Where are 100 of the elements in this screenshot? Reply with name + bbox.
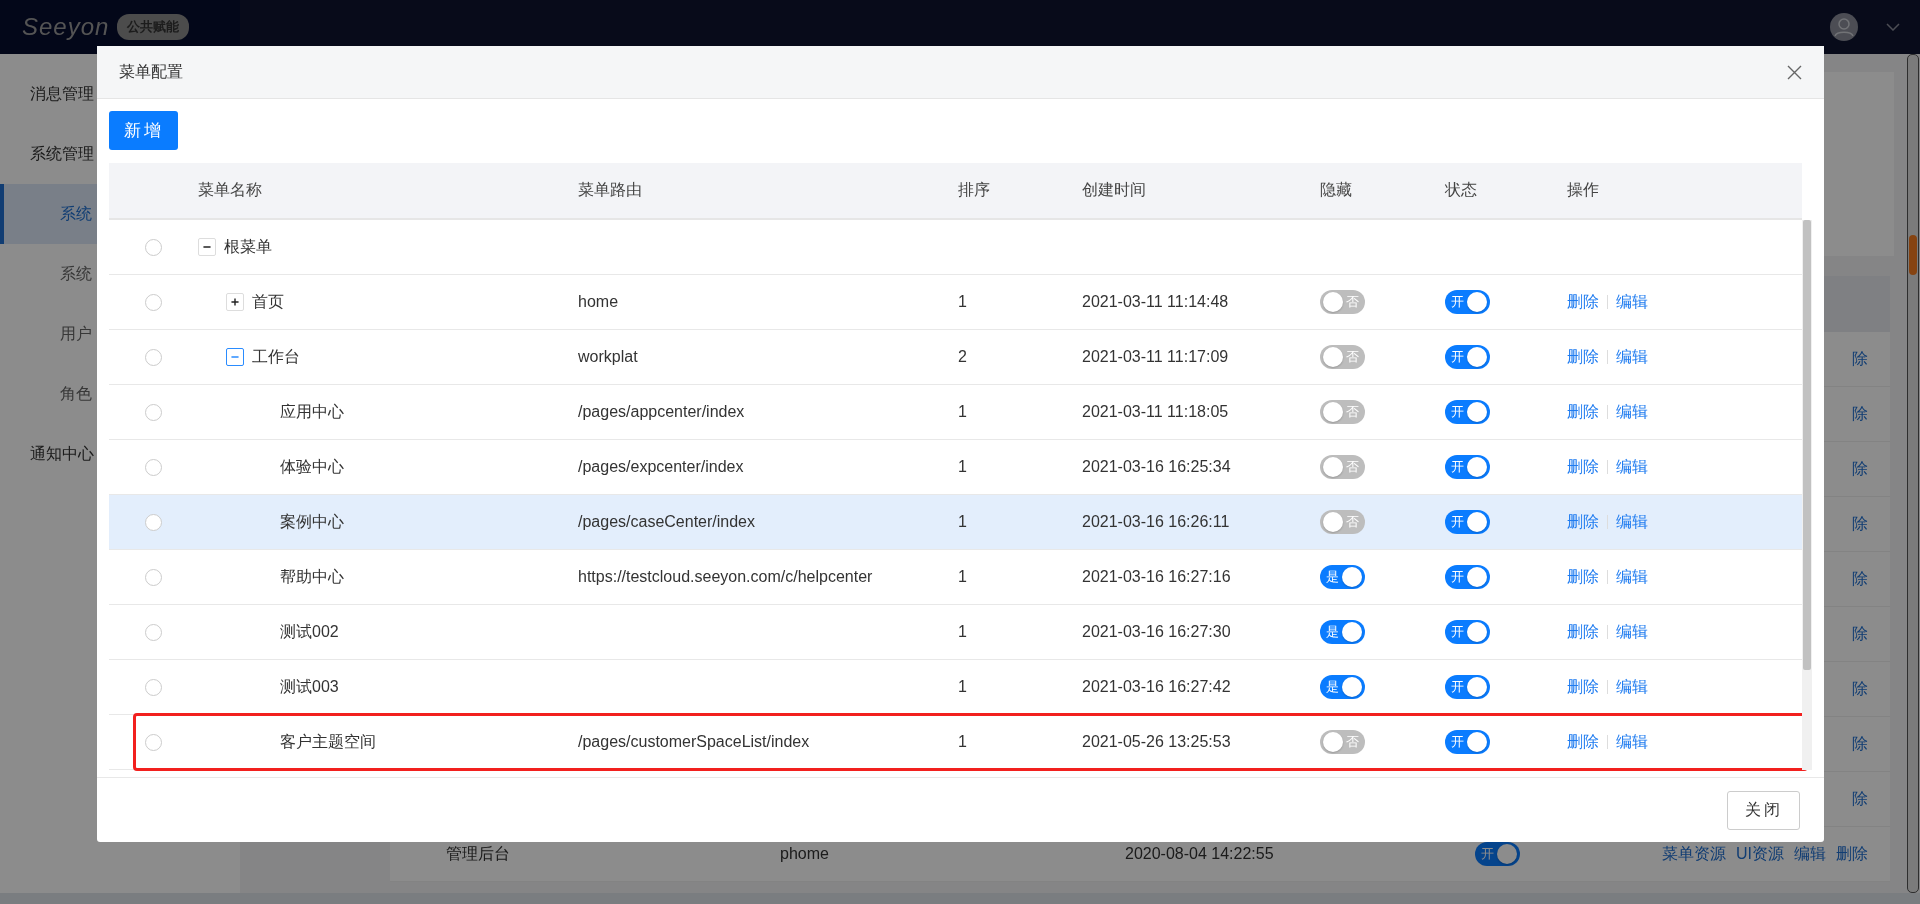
close-icon[interactable] bbox=[1787, 64, 1802, 80]
action-link[interactable]: 除 bbox=[1852, 678, 1868, 700]
menu-name: 帮助中心 bbox=[280, 566, 344, 587]
action-link[interactable]: 除 bbox=[1852, 788, 1868, 810]
toggle-switch[interactable]: 开 bbox=[1445, 345, 1490, 369]
toggle-switch[interactable]: 开 bbox=[1445, 620, 1490, 644]
action-link[interactable]: 删除 bbox=[1567, 346, 1599, 368]
toggle-switch[interactable]: 开 bbox=[1445, 510, 1490, 534]
action-link[interactable]: 除 bbox=[1852, 568, 1868, 590]
menu-name: 应用中心 bbox=[280, 401, 344, 422]
table-cell: /pages/customerSpaceList/index bbox=[578, 733, 810, 751]
action-link[interactable]: 删除 bbox=[1836, 843, 1868, 865]
toggle-switch[interactable]: 是 bbox=[1320, 675, 1365, 699]
action-link[interactable]: 除 bbox=[1852, 513, 1868, 535]
action-link[interactable]: 编辑 bbox=[1616, 291, 1648, 313]
table-cell: 1 bbox=[958, 568, 967, 586]
column-header: 菜单路由 bbox=[578, 180, 643, 200]
table-cell: /pages/caseCenter/index bbox=[578, 513, 755, 531]
action-link[interactable]: 除 bbox=[1852, 348, 1868, 370]
radio-button[interactable] bbox=[145, 293, 162, 311]
action-link[interactable]: 删除 bbox=[1567, 291, 1599, 313]
toggle-switch[interactable]: 开 bbox=[1445, 400, 1490, 424]
action-link[interactable]: 编辑 bbox=[1616, 346, 1648, 368]
table-cell: workplat bbox=[578, 348, 638, 366]
toggle-switch[interactable]: 开 bbox=[1475, 842, 1520, 866]
action-link[interactable]: 菜单资源 bbox=[1662, 843, 1726, 865]
column-header: 操作 bbox=[1567, 180, 1600, 200]
action-link[interactable]: 编辑 bbox=[1616, 566, 1648, 588]
action-link[interactable]: 编辑 bbox=[1616, 621, 1648, 643]
table-cell: 2021-03-11 11:17:09 bbox=[1082, 348, 1229, 366]
toggle-switch[interactable]: 开 bbox=[1445, 455, 1490, 479]
table-cell: 2021-03-16 16:27:30 bbox=[1082, 623, 1231, 641]
menu-name: 测试002 bbox=[280, 621, 339, 642]
table-cell-text: 管理后台 bbox=[446, 843, 511, 864]
column-header: 排序 bbox=[958, 180, 991, 200]
close-button[interactable]: 关闭 bbox=[1727, 790, 1800, 830]
toggle-switch[interactable]: 是 bbox=[1320, 620, 1365, 644]
dialog-title: 菜单配置 bbox=[119, 61, 183, 82]
toggle-switch[interactable]: 是 bbox=[1320, 565, 1365, 589]
action-link[interactable]: 删除 bbox=[1567, 676, 1599, 698]
action-link[interactable]: 删除 bbox=[1567, 456, 1599, 478]
radio-button[interactable] bbox=[145, 348, 162, 366]
action-link[interactable]: 编辑 bbox=[1616, 511, 1648, 533]
radio-button[interactable] bbox=[145, 733, 162, 751]
menu-name: 工作台 bbox=[252, 346, 300, 367]
menu-name: 客户主题空间 bbox=[280, 731, 376, 752]
collapse-icon[interactable] bbox=[226, 348, 244, 366]
table-cell: 1 bbox=[958, 733, 967, 751]
action-link[interactable]: 删除 bbox=[1567, 511, 1599, 533]
menu-name: 首页 bbox=[252, 291, 284, 312]
action-link[interactable]: 删除 bbox=[1567, 731, 1599, 753]
toggle-switch[interactable]: 开 bbox=[1445, 730, 1490, 754]
scrollbar[interactable] bbox=[1802, 220, 1812, 770]
table-cell: 2021-03-16 16:27:42 bbox=[1082, 678, 1231, 696]
action-link[interactable]: 除 bbox=[1852, 733, 1868, 755]
logo: Seeyon bbox=[22, 13, 110, 41]
action-link[interactable]: 编辑 bbox=[1616, 731, 1648, 753]
action-link[interactable]: 除 bbox=[1852, 403, 1868, 425]
table-cell-text: 2020-08-04 14:22:55 bbox=[1125, 845, 1275, 863]
radio-button[interactable] bbox=[145, 238, 162, 256]
radio-button[interactable] bbox=[145, 678, 162, 696]
table-cell: 1 bbox=[958, 458, 967, 476]
add-button[interactable]: 新增 bbox=[109, 111, 178, 150]
action-link[interactable]: 编辑 bbox=[1794, 843, 1826, 865]
table-cell: 2 bbox=[958, 348, 967, 366]
table-cell: https://testcloud.seeyon.com/c/helpcenter bbox=[578, 568, 873, 586]
action-link[interactable]: 除 bbox=[1852, 623, 1868, 645]
table-cell: /pages/appcenter/index bbox=[578, 403, 745, 421]
radio-button[interactable] bbox=[145, 568, 162, 586]
action-link[interactable]: 编辑 bbox=[1616, 401, 1648, 423]
radio-button[interactable] bbox=[145, 458, 162, 476]
avatar-icon[interactable] bbox=[1830, 13, 1858, 41]
column-header: 状态 bbox=[1445, 180, 1478, 200]
scrollbar[interactable] bbox=[1907, 54, 1919, 893]
menu-name: 根菜单 bbox=[224, 236, 272, 257]
table-cell: 2021-05-26 13:25:53 bbox=[1082, 733, 1231, 751]
toggle-switch[interactable]: 开 bbox=[1445, 290, 1490, 314]
menu-name: 测试003 bbox=[280, 676, 339, 697]
action-link[interactable]: 编辑 bbox=[1616, 676, 1648, 698]
action-link[interactable]: 删除 bbox=[1567, 566, 1599, 588]
table-cell: 1 bbox=[958, 293, 967, 311]
action-link[interactable]: 除 bbox=[1852, 458, 1868, 480]
table-cell: 2021-03-11 11:14:48 bbox=[1082, 293, 1229, 311]
menu-name: 案例中心 bbox=[280, 511, 344, 532]
chevron-icon[interactable] bbox=[1886, 23, 1900, 31]
column-header: 菜单名称 bbox=[198, 180, 263, 200]
toggle-switch[interactable]: 开 bbox=[1445, 675, 1490, 699]
toggle-switch[interactable]: 开 bbox=[1445, 565, 1490, 589]
action-link[interactable]: 编辑 bbox=[1616, 456, 1648, 478]
radio-button[interactable] bbox=[145, 623, 162, 641]
table-cell: 2021-03-16 16:26:11 bbox=[1082, 513, 1230, 531]
action-link[interactable]: 删除 bbox=[1567, 401, 1599, 423]
table-cell: 1 bbox=[958, 403, 967, 421]
radio-button[interactable] bbox=[145, 403, 162, 421]
action-link[interactable]: 删除 bbox=[1567, 621, 1599, 643]
action-link[interactable]: UI资源 bbox=[1736, 843, 1784, 865]
expand-icon[interactable] bbox=[226, 293, 244, 311]
table-cell: 2021-03-16 16:25:34 bbox=[1082, 458, 1231, 476]
radio-button[interactable] bbox=[145, 513, 162, 531]
table-cell: 1 bbox=[958, 678, 967, 696]
